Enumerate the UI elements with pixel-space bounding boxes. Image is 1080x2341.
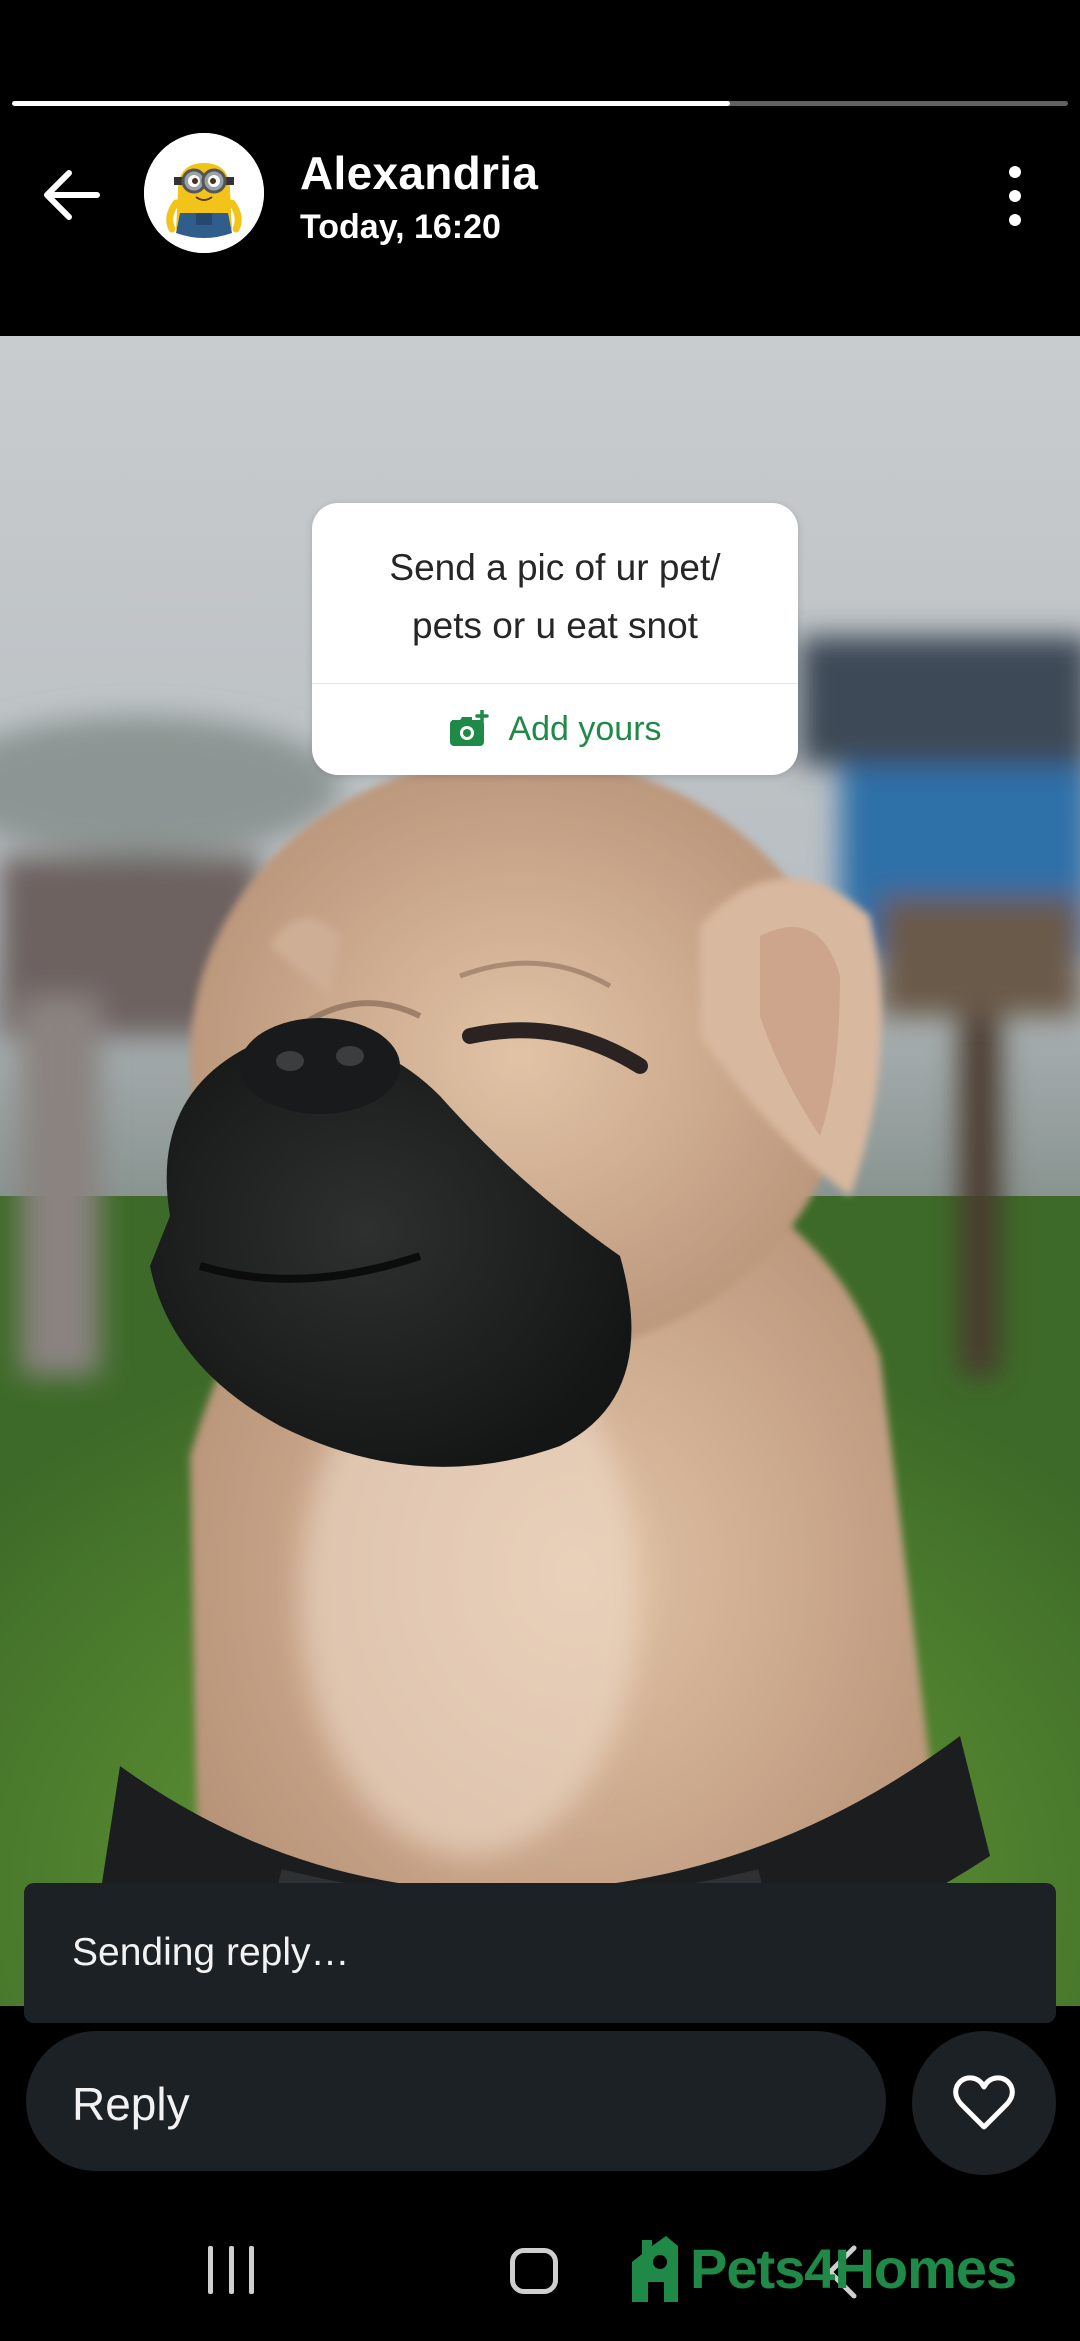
recents-bar-icon [228, 2246, 234, 2294]
add-yours-sticker[interactable]: Send a pic of ur pet/ pets or u eat snot… [312, 503, 798, 775]
story-timestamp: Today, 16:20 [300, 208, 501, 246]
sticker-prompt-text: Send a pic of ur pet/ pets or u eat snot [389, 547, 721, 646]
story-photo[interactable]: Send a pic of ur pet/ pets or u eat snot… [0, 336, 1080, 2006]
recents-bar-icon [249, 2246, 254, 2294]
story-username[interactable]: Alexandria [300, 146, 538, 200]
more-dot-icon [1009, 214, 1021, 226]
arrow-left-icon [44, 170, 100, 220]
recent-apps-button[interactable] [208, 2246, 254, 2294]
add-yours-label: Add yours [508, 709, 662, 748]
home-button[interactable] [510, 2248, 558, 2294]
toast-text: Sending reply… [72, 1931, 350, 1974]
more-dot-icon [1009, 190, 1021, 202]
reply-placeholder: Reply [72, 2078, 190, 2130]
pets4homes-logo-icon [632, 2236, 678, 2302]
back-button[interactable] [36, 160, 106, 230]
pets4homes-watermark: Pets4Homes [626, 2228, 1017, 2308]
add-yours-button[interactable]: Add yours [312, 683, 798, 775]
story-progress-fill [12, 101, 731, 106]
story-progress-bar [12, 101, 1068, 106]
heart-icon [953, 2075, 1015, 2130]
more-dot-icon [1009, 166, 1021, 178]
camera-plus-icon [450, 710, 490, 746]
minion-avatar-icon [144, 133, 264, 253]
reply-input[interactable]: Reply [26, 2031, 886, 2171]
more-options-button[interactable] [990, 158, 1040, 234]
story-header: Alexandria Today, 16:20 [0, 120, 1080, 270]
avatar[interactable] [144, 133, 264, 253]
watermark-text: Pets4Homes [690, 2236, 1017, 2300]
like-button[interactable] [912, 2031, 1056, 2175]
sending-reply-toast: Sending reply… [24, 1883, 1056, 2023]
recents-bar-icon [208, 2246, 213, 2294]
